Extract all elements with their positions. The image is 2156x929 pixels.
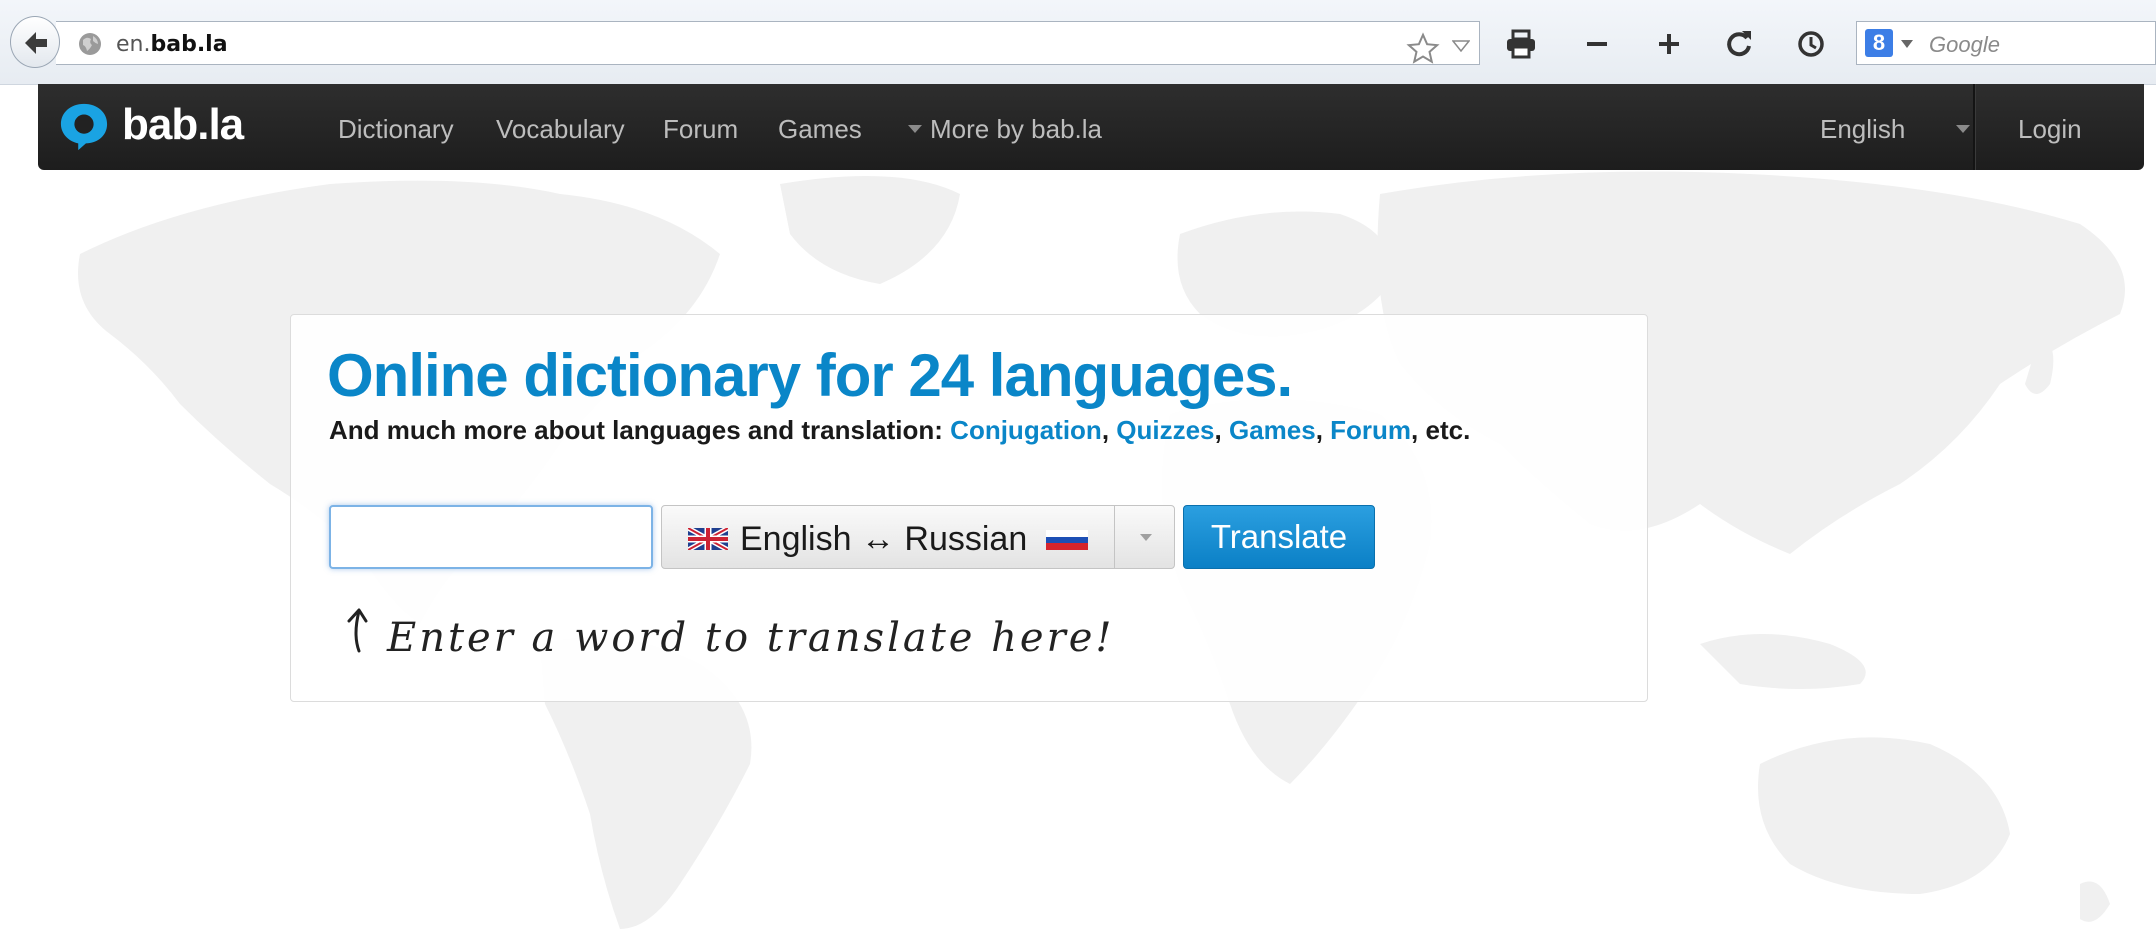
dropmarker-icon[interactable] bbox=[1452, 40, 1470, 52]
history-icon[interactable] bbox=[1794, 27, 1828, 61]
link-conjugation[interactable]: Conjugation bbox=[950, 415, 1102, 445]
language-selector[interactable]: English bbox=[1820, 114, 1905, 145]
globe-icon bbox=[79, 33, 101, 55]
dictionary-panel: Online dictionary for 24 languages. And … bbox=[290, 314, 1648, 702]
logo-text[interactable]: bab.la bbox=[122, 100, 244, 150]
site-navbar: bab.la Dictionary Vocabulary Forum Games… bbox=[38, 84, 2144, 170]
url-bar[interactable]: en.bab.la bbox=[56, 21, 1480, 65]
link-forum[interactable]: Forum bbox=[1330, 415, 1411, 445]
language-pair-select[interactable]: English ↔ Russian bbox=[661, 505, 1175, 569]
print-icon[interactable] bbox=[1504, 27, 1538, 61]
babla-logo-icon[interactable] bbox=[58, 102, 110, 152]
chevron-down-icon bbox=[1956, 125, 1970, 133]
uk-flag-icon bbox=[688, 528, 728, 550]
url-text: en.bab.la bbox=[116, 32, 228, 57]
chevron-down-icon bbox=[908, 125, 922, 133]
back-icon bbox=[25, 32, 47, 54]
link-games[interactable]: Games bbox=[1229, 415, 1316, 445]
nav-more-by-babla[interactable]: More by bab.la bbox=[930, 114, 1102, 145]
zoom-out-icon[interactable] bbox=[1580, 27, 1614, 61]
nav-forum[interactable]: Forum bbox=[663, 114, 738, 145]
page-title: Online dictionary for 24 languages. bbox=[327, 342, 1293, 409]
language-pair-label: English ↔ Russian bbox=[740, 520, 1028, 558]
hint-arrow-icon bbox=[347, 608, 368, 653]
login-link[interactable]: Login bbox=[2018, 114, 2082, 145]
search-box[interactable]: 8 Google bbox=[1856, 21, 2156, 65]
reload-icon[interactable] bbox=[1722, 27, 1756, 61]
link-quizzes[interactable]: Quizzes bbox=[1116, 415, 1214, 445]
translate-button[interactable]: Translate bbox=[1183, 505, 1375, 569]
subtitle: And much more about languages and transl… bbox=[329, 415, 1471, 445]
chevron-down-icon[interactable] bbox=[1140, 534, 1152, 541]
back-button[interactable] bbox=[10, 16, 60, 68]
nav-dictionary[interactable]: Dictionary bbox=[338, 114, 454, 145]
google-search-icon[interactable]: 8 bbox=[1865, 29, 1893, 57]
select-divider bbox=[1114, 506, 1115, 568]
word-search-input[interactable] bbox=[329, 505, 653, 569]
search-placeholder: Google bbox=[1929, 32, 2000, 57]
bookmark-star-icon[interactable] bbox=[1406, 32, 1440, 66]
nav-games[interactable]: Games bbox=[778, 114, 862, 145]
hint-text: Enter a word to translate here! bbox=[387, 615, 1115, 661]
nav-divider bbox=[1973, 84, 1976, 170]
browser-toolbar: en.bab.la 8 Google bbox=[0, 0, 2156, 85]
nav-vocabulary[interactable]: Vocabulary bbox=[496, 114, 625, 145]
search-engine-dropdown-icon[interactable] bbox=[1901, 40, 1913, 48]
zoom-in-icon[interactable] bbox=[1652, 27, 1686, 61]
russia-flag-icon bbox=[1046, 530, 1088, 550]
